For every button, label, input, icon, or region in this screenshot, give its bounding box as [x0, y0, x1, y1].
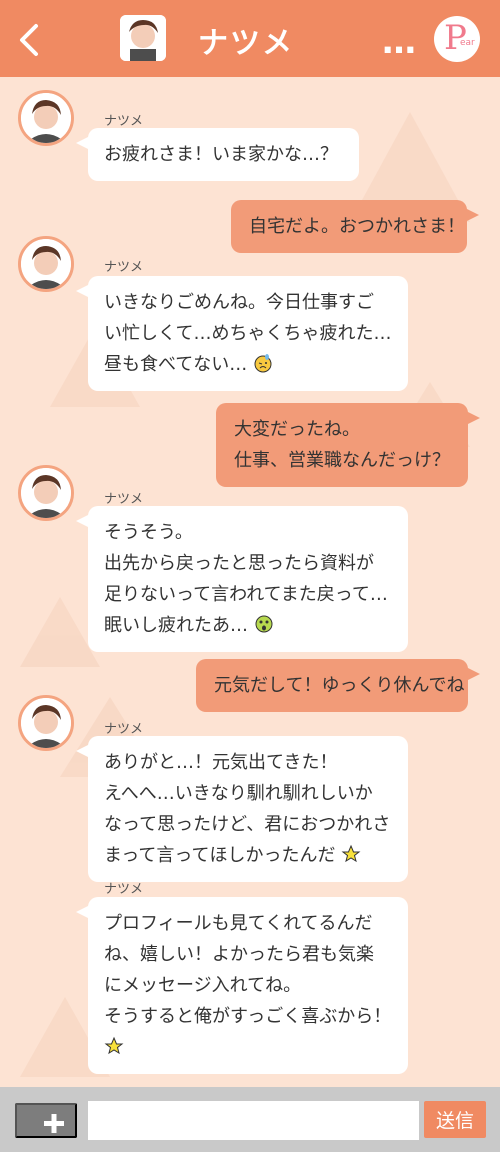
header-avatar[interactable]	[120, 15, 166, 61]
sender-name: ナツメ	[104, 882, 144, 897]
sender-name: ナツメ	[104, 722, 144, 737]
message-line: いきなりごめんね。今日仕事すご	[104, 292, 374, 313]
message-line: そうすると俺がすっごく喜ぶから！	[104, 1006, 392, 1027]
sender-name: ナツメ	[104, 260, 144, 275]
message-line: ね、嬉しい！よかったら君も気楽	[104, 944, 374, 965]
menu-dots-icon[interactable]: …	[382, 22, 418, 62]
sparkle-star-icon	[341, 844, 361, 863]
message-line: 出先から戻ったと思ったら資料が	[104, 553, 374, 574]
message-line: お疲れさま！いま家かな…？	[104, 144, 338, 165]
message-line: 元気だして！ゆっくり休んでね	[214, 675, 465, 696]
message-line: えへへ…いきなり馴れ馴れしいか	[104, 783, 373, 804]
message-line: にメッセージ入れてね。	[104, 975, 302, 996]
natsume-avatar[interactable]	[18, 236, 74, 292]
message-line: 足りないって言われてまた戻って…	[104, 584, 388, 605]
message-line: 大変だったね。	[234, 419, 360, 440]
outgoing-message: 自宅だよ。おつかれさま！	[231, 200, 479, 253]
message-line: プロフィールも見てくれてるんだ	[104, 913, 373, 934]
outgoing-message: 大変だったね。 仕事、営業職なんだっけ？	[216, 403, 480, 487]
natsume-avatar[interactable]	[18, 465, 74, 521]
natsume-avatar[interactable]	[18, 695, 74, 751]
plus-icon	[44, 1114, 64, 1133]
outgoing-message: 元気だして！ゆっくり休んでね	[196, 659, 480, 712]
pear-logo[interactable]: P ear	[434, 16, 480, 62]
message-line: そうそう。	[104, 522, 193, 543]
sender-name: ナツメ	[104, 492, 144, 507]
message-line: 仕事、営業職なんだっけ？	[234, 450, 450, 471]
chat-header: ナツメ … P ear	[0, 0, 500, 77]
chat-title: ナツメ	[198, 26, 294, 61]
message-line: い忙しくて…めちゃくちゃ疲れた…	[104, 323, 392, 344]
incoming-message: お疲れさま！いま家かな…？	[76, 128, 359, 181]
incoming-message: プロフィールも見てくれてるんだ ね、嬉しい！よかったら君も気楽 にメッセージ入れ…	[76, 897, 408, 1074]
natsume-avatar[interactable]	[18, 90, 74, 146]
incoming-message: そうそう。 出先から戻ったと思ったら資料が 足りないって言われてまた戻って… 眠…	[76, 506, 408, 652]
send-button[interactable]: 送信	[424, 1101, 486, 1138]
message-input[interactable]	[88, 1101, 419, 1140]
message-line: ありがと…！元気出てきた！	[104, 752, 338, 773]
sender-name: ナツメ	[104, 114, 144, 129]
sparkle-star-icon	[104, 1036, 124, 1055]
logo-text: ear	[460, 38, 475, 48]
incoming-message: いきなりごめんね。今日仕事すご い忙しくて…めちゃくちゃ疲れた… 昼も食べてない…	[76, 276, 408, 391]
sweat-face-icon	[254, 354, 272, 373]
message-line: なって思ったけど、君におつかれさ	[104, 814, 391, 835]
dizzy-face-icon	[255, 615, 273, 633]
message-line: 眠いし疲れたあ…	[104, 615, 248, 636]
back-chevron-icon[interactable]	[14, 20, 48, 60]
message-line: まって言ってほしかったんだ	[104, 845, 336, 866]
incoming-message: ありがと…！元気出てきた！ えへへ…いきなり馴れ馴れしいか なって思ったけど、君…	[76, 736, 408, 882]
message-line: 昼も食べてない…	[104, 354, 248, 375]
message-line: 自宅だよ。おつかれさま！	[249, 216, 465, 237]
add-attachment-button[interactable]	[15, 1103, 77, 1138]
